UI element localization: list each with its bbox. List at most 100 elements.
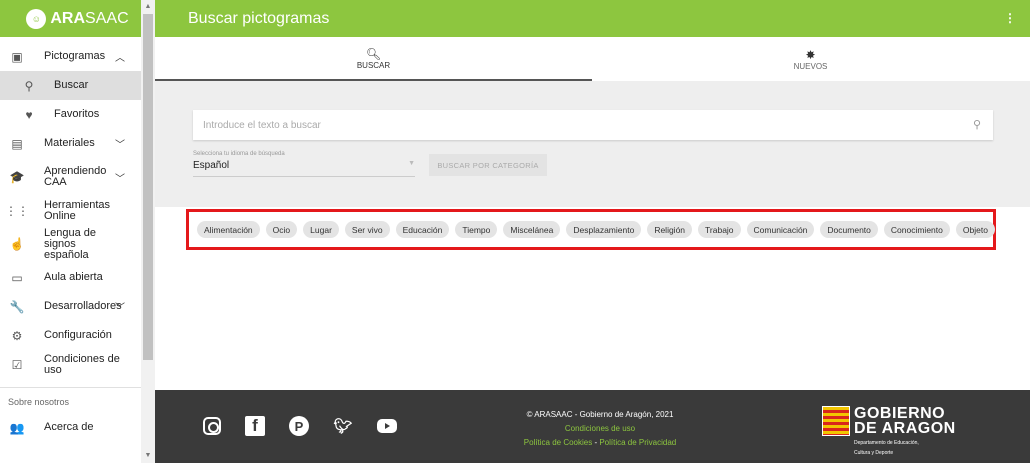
search-icon: ⚲ <box>24 78 34 93</box>
sidebar-item-buscar[interactable]: ⚲ Buscar <box>0 71 155 100</box>
chevron-down-icon: ﹀ <box>115 173 125 185</box>
facebook-icon[interactable]: f <box>245 416 265 436</box>
sidebar-nav: ▣ Pictogramas ︿ ⚲ Buscar ♥ Favoritos ▤ M… <box>0 37 155 442</box>
language-value-row[interactable]: Español ▼ <box>193 160 415 177</box>
sidebar-item-materiales[interactable]: ▤ Materiales ﹀ <box>0 129 155 158</box>
sidebar-item-favoritos[interactable]: ♥ Favoritos <box>0 100 155 129</box>
dropdown-arrow-icon: ▼ <box>408 160 415 167</box>
search-icon: 🔍︎ <box>365 46 382 61</box>
footer: f P 🐦︎ © ARASAAC - Gobierno de Aragón, 2… <box>155 390 1030 463</box>
sidebar-item-lengua-signos[interactable]: ☝ Lengua de signos española <box>0 225 155 263</box>
book-icon: ▤ <box>11 136 23 151</box>
wrench-icon: 🔧 <box>9 299 25 314</box>
category-chip[interactable]: Alimentación <box>197 221 260 238</box>
sidebar-item-configuracion[interactable]: ⚙ Configuración <box>0 321 155 350</box>
people-icon: 👥 <box>9 420 25 435</box>
privacy-link[interactable]: Política de Privacidad <box>599 438 676 447</box>
tab-buscar[interactable]: 🔍︎ BUSCAR <box>155 37 592 81</box>
grid-icon: ⋮⋮ <box>5 203 29 218</box>
gear-icon: ⚙ <box>11 328 23 343</box>
search-icon[interactable]: ⚲ <box>973 118 981 131</box>
more-menu-icon[interactable]: ⋮ <box>1004 11 1016 25</box>
sidebar-item-herramientas[interactable]: ⋮⋮ Herramientas Online <box>0 196 155 225</box>
sidebar-item-aprendiendo-caa[interactable]: 🎓 Aprendiendo CAA ﹀ <box>0 158 155 196</box>
app-root: ☺ ARASAAC ▣ Pictogramas ︿ ⚲ Buscar ♥ Fav… <box>0 0 1030 463</box>
sidebar-item-label: Materiales <box>44 137 95 149</box>
instagram-icon[interactable] <box>203 417 221 435</box>
tab-label: NUEVOS <box>793 61 828 71</box>
category-chip[interactable]: Educación <box>395 221 450 238</box>
category-chips: Alimentación Ocio Lugar Ser vivo Educaci… <box>186 209 996 250</box>
brand-name: ARASAAC <box>50 9 129 27</box>
terms-link[interactable]: Condiciones de uso <box>505 422 695 436</box>
sidebar: ☺ ARASAAC ▣ Pictogramas ︿ ⚲ Buscar ♥ Fav… <box>0 0 155 463</box>
search-input[interactable] <box>203 119 943 131</box>
youtube-icon[interactable] <box>377 419 397 433</box>
search-panel: ⚲ Selecciona tu idioma de búsqueda Españ… <box>155 81 1030 207</box>
sidebar-scrollbar[interactable]: ▲ ▼ <box>141 0 155 463</box>
sidebar-item-label: Pictogramas <box>44 50 106 62</box>
sidebar-item-label: Aula abierta <box>44 271 103 283</box>
gobierno-text: GOBIERNO DE ARAGON Departamento de Educa… <box>854 405 956 457</box>
gobierno-title-line-2: DE ARAGON <box>854 420 956 437</box>
language-value: Español <box>193 160 230 171</box>
category-chip[interactable]: Objeto <box>955 221 995 238</box>
gobierno-subtitle-line-1: Departamento de Educación, <box>854 440 919 446</box>
sidebar-item-label: Acerca de <box>44 421 94 433</box>
page-title: Buscar pictogramas <box>188 9 330 27</box>
gobierno-subtitle-line-2: Cultura y Deporte <box>854 450 894 456</box>
chevron-down-icon: ﹀ <box>115 303 125 314</box>
tab-label: BUSCAR <box>356 60 391 70</box>
policy-links: Política de Cookies - Política de Privac… <box>505 436 695 450</box>
category-chip[interactable]: Comunicación <box>746 221 815 238</box>
sidebar-item-aula-abierta[interactable]: ▭ Aula abierta <box>0 263 155 292</box>
image-icon: ▣ <box>11 49 23 64</box>
copyright-text: © ARASAAC - Gobierno de Aragón, 2021 <box>526 410 674 419</box>
category-chip[interactable]: Ocio <box>265 221 298 238</box>
tab-bar: 🔍︎ BUSCAR ✸ NUEVOS <box>155 37 1030 81</box>
school-icon: 🎓 <box>9 170 25 184</box>
sidebar-item-label: Condiciones de uso <box>44 352 120 376</box>
chevron-down-icon: ﹀ <box>115 140 125 151</box>
sidebar-section-caption: Sobre nosotros <box>8 397 70 407</box>
gobierno-title-line-1: GOBIERNO <box>854 405 946 422</box>
search-field[interactable]: ⚲ <box>193 110 993 140</box>
sidebar-item-label: Buscar <box>54 79 89 91</box>
sidebar-item-label: Desarrolladores <box>44 300 122 312</box>
category-chip[interactable]: Religión <box>647 221 693 238</box>
twitter-icon[interactable]: 🐦︎ <box>333 416 353 436</box>
pinterest-icon[interactable]: P <box>289 416 309 436</box>
category-chip[interactable]: Miscelánea <box>503 221 561 238</box>
search-by-category-button[interactable]: BUSCAR POR CATEGORÍA <box>429 154 547 176</box>
sidebar-item-acerca-de[interactable]: 👥 Acerca de <box>0 413 155 442</box>
sidebar-item-label: Configuración <box>44 329 112 341</box>
sidebar-item-label: Lengua de signos española <box>44 226 96 261</box>
scroll-down-arrow-icon[interactable]: ▼ <box>141 449 155 463</box>
category-chip[interactable]: Documento <box>820 221 878 238</box>
sidebar-item-desarrolladores[interactable]: 🔧 Desarrolladores ﹀ <box>0 292 155 321</box>
category-chip[interactable]: Conocimiento <box>883 221 950 238</box>
tab-nuevos[interactable]: ✸ NUEVOS <box>592 37 1029 81</box>
sidebar-item-label: Aprendiendo CAA <box>44 165 107 188</box>
sign-language-icon: ☝ <box>9 237 25 251</box>
gobierno-aragon-logo[interactable]: GOBIERNO DE ARAGON Departamento de Educa… <box>822 406 956 456</box>
category-chip[interactable]: Ser vivo <box>344 221 390 238</box>
chevron-up-icon: ︿ <box>115 53 125 64</box>
sidebar-item-pictogramas[interactable]: ▣ Pictogramas ︿ <box>0 42 155 71</box>
category-chip[interactable]: Desplazamiento <box>566 221 642 238</box>
app-header: Buscar pictogramas ⋮ <box>155 0 1030 37</box>
brand-logo[interactable]: ☺ ARASAAC <box>0 0 155 37</box>
category-chip[interactable]: Trabajo <box>698 221 741 238</box>
social-links: f P 🐦︎ <box>203 416 397 436</box>
heart-icon: ♥ <box>25 107 33 122</box>
language-select[interactable]: Selecciona tu idioma de búsqueda Español… <box>193 151 415 177</box>
cookies-link[interactable]: Política de Cookies <box>524 438 592 447</box>
category-chip[interactable]: Lugar <box>303 221 339 238</box>
sidebar-item-condiciones[interactable]: ☑ Condiciones de uso <box>0 350 155 379</box>
sidebar-item-label: Favoritos <box>54 108 100 120</box>
aragon-flag-icon <box>822 406 850 436</box>
scroll-up-arrow-icon[interactable]: ▲ <box>141 0 155 14</box>
arasaac-logo-icon: ☺ <box>26 8 47 29</box>
scrollbar-thumb[interactable] <box>143 14 153 360</box>
category-chip[interactable]: Tiempo <box>455 221 498 238</box>
